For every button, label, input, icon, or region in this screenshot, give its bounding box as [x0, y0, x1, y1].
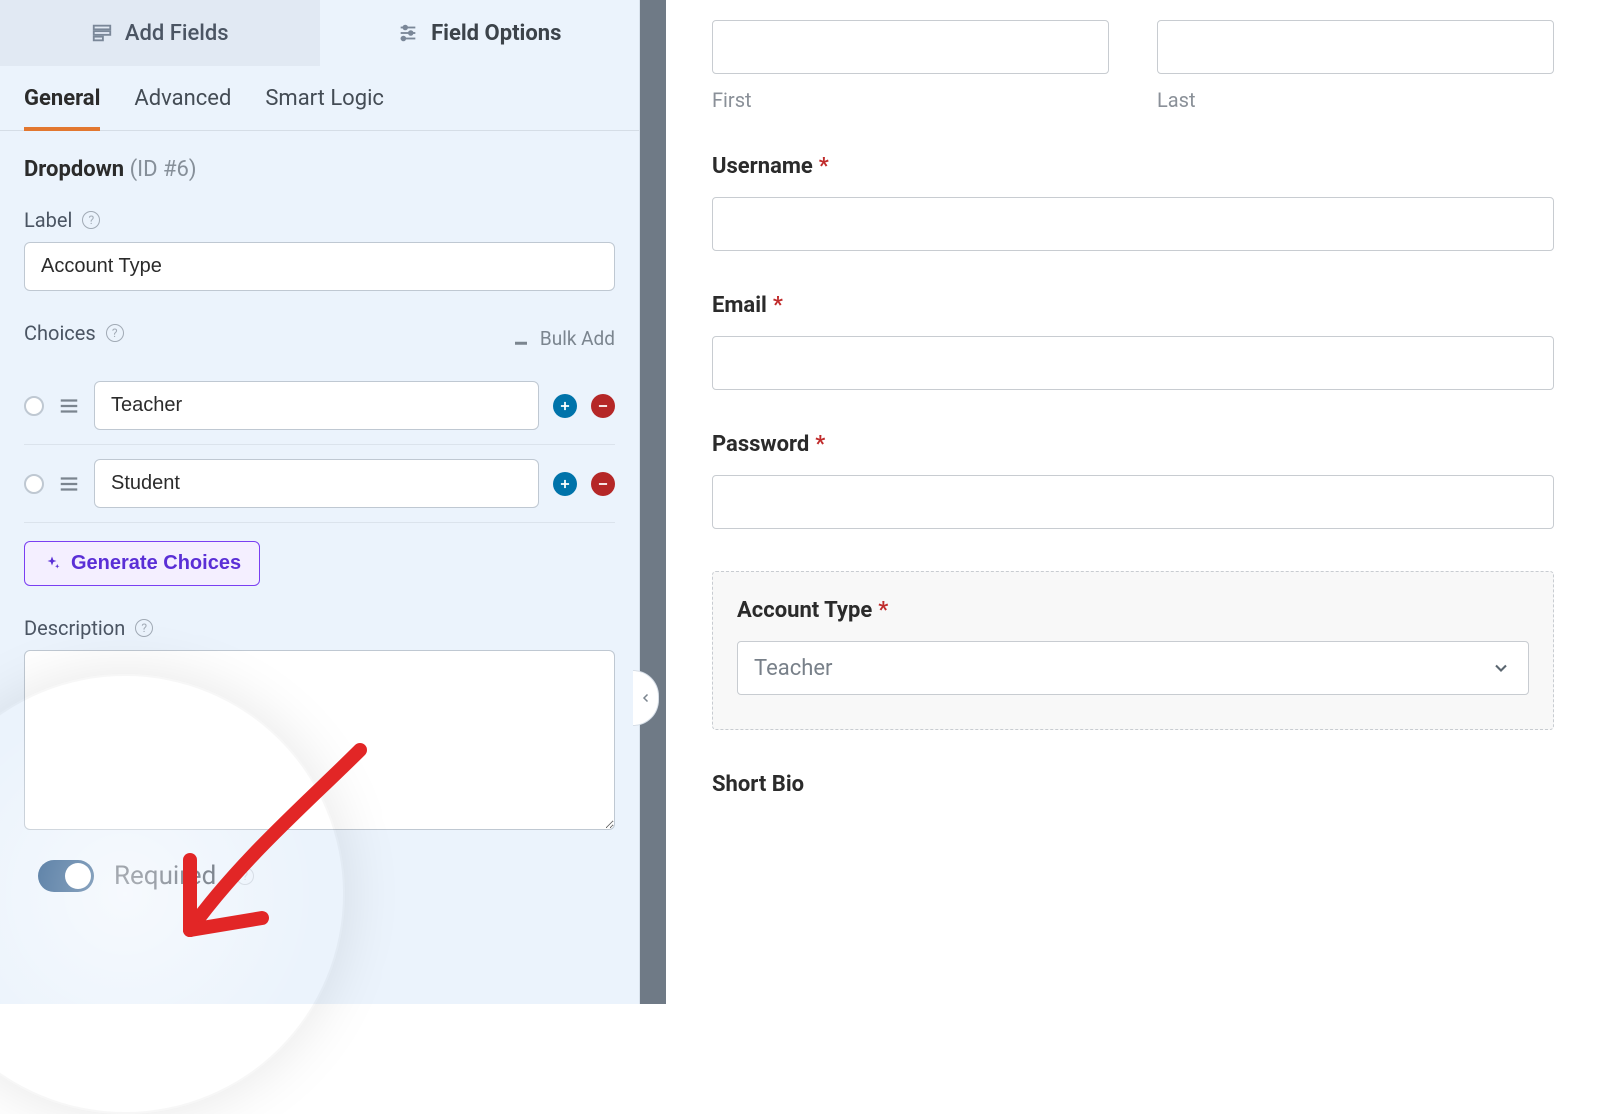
password-label: Password: [712, 432, 809, 457]
tab-add-fields-label: Add Fields: [125, 21, 229, 46]
help-icon[interactable]: ?: [236, 867, 254, 885]
help-icon[interactable]: ?: [106, 324, 124, 342]
field-options-section: Dropdown (ID #6) Label ? Choices ?: [0, 157, 639, 834]
choices-caption: Choices: [24, 321, 96, 345]
chevron-left-icon: [640, 689, 652, 707]
choice-default-radio[interactable]: [24, 474, 44, 494]
choice-row: [24, 367, 615, 445]
first-name-sublabel: First: [712, 88, 1109, 112]
short-bio-row: Short Bio: [712, 772, 1554, 797]
remove-choice-button[interactable]: [591, 394, 615, 418]
help-icon[interactable]: ?: [135, 619, 153, 637]
sparkle-icon: [43, 555, 61, 573]
required-label: Required: [114, 861, 216, 891]
password-row: Password*: [712, 432, 1554, 529]
label-input[interactable]: [24, 242, 615, 291]
label-field-caption: Label: [24, 208, 72, 232]
short-bio-label: Short Bio: [712, 772, 804, 797]
required-toggle[interactable]: [38, 860, 94, 892]
add-fields-icon: [91, 22, 113, 44]
email-input[interactable]: [712, 336, 1554, 390]
remove-choice-button[interactable]: [591, 472, 615, 496]
drag-handle-icon[interactable]: [58, 473, 80, 495]
tab-field-options-label: Field Options: [431, 21, 561, 46]
field-type-name: Dropdown: [24, 157, 124, 182]
choice-row: [24, 445, 615, 523]
username-input[interactable]: [712, 197, 1554, 251]
last-name-input[interactable]: [1157, 20, 1554, 74]
tab-add-fields[interactable]: Add Fields: [0, 0, 320, 66]
required-star: *: [773, 293, 783, 318]
bulk-add-label: Bulk Add: [540, 327, 615, 350]
tab-field-options[interactable]: Field Options: [320, 0, 640, 66]
generate-choices-button[interactable]: Generate Choices: [24, 541, 260, 586]
field-options-panel: Add Fields Field Options General Advance…: [0, 0, 640, 1004]
app-root: Add Fields Field Options General Advance…: [0, 0, 1600, 1004]
add-choice-button[interactable]: [553, 472, 577, 496]
sliders-icon: [397, 22, 419, 44]
last-name-sublabel: Last: [1157, 88, 1554, 112]
required-star: *: [819, 154, 829, 179]
required-star: *: [815, 432, 825, 457]
account-type-label: Account Type: [737, 598, 872, 623]
account-type-select[interactable]: Teacher: [737, 641, 1529, 695]
subtab-advanced[interactable]: Advanced: [134, 86, 231, 130]
choice-default-radio[interactable]: [24, 396, 44, 416]
drag-handle-icon[interactable]: [58, 395, 80, 417]
password-input[interactable]: [712, 475, 1554, 529]
label-group: Label ?: [24, 208, 615, 291]
help-icon[interactable]: ?: [82, 211, 100, 229]
add-choice-button[interactable]: [553, 394, 577, 418]
subtab-smart-logic[interactable]: Smart Logic: [265, 86, 384, 130]
username-label: Username: [712, 154, 813, 179]
description-group: Description ?: [24, 616, 615, 834]
chevron-down-icon: [1491, 658, 1511, 678]
email-label: Email: [712, 293, 767, 318]
account-type-value: Teacher: [754, 656, 832, 681]
choice-input[interactable]: [94, 381, 539, 430]
bulk-add-button[interactable]: Bulk Add: [512, 327, 615, 350]
download-icon: [512, 329, 530, 347]
first-name-input[interactable]: [712, 20, 1109, 74]
panel-divider: [640, 0, 666, 1004]
subtab-general[interactable]: General: [24, 86, 100, 131]
field-header: Dropdown (ID #6): [24, 157, 615, 182]
sub-tabs: General Advanced Smart Logic: [0, 66, 639, 131]
required-star: *: [878, 598, 888, 623]
description-textarea[interactable]: [24, 650, 615, 830]
required-row: Required ?: [0, 834, 639, 904]
account-type-field-selected[interactable]: Account Type* Teacher: [712, 571, 1554, 730]
field-id: (ID #6): [130, 157, 197, 182]
form-preview: First Last Username* Email* Password* Ac…: [666, 0, 1600, 1004]
choices-group: Choices ? Bulk Add: [24, 321, 615, 586]
choice-input[interactable]: [94, 459, 539, 508]
username-row: Username*: [712, 154, 1554, 251]
description-caption: Description: [24, 616, 125, 640]
top-tabs: Add Fields Field Options: [0, 0, 639, 66]
generate-choices-label: Generate Choices: [71, 552, 241, 575]
name-row: First Last: [712, 20, 1554, 112]
email-row: Email*: [712, 293, 1554, 390]
